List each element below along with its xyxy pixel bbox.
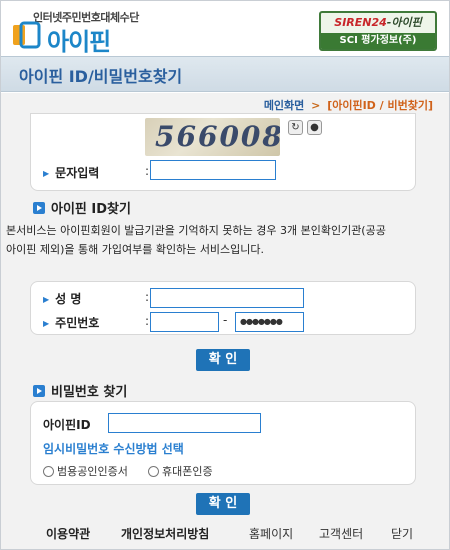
rrn-colon: :: [145, 314, 150, 328]
captcha-code: 566008: [155, 120, 280, 153]
footer-support[interactable]: 고객센터: [319, 525, 363, 542]
ipin-id-label: 아이핀ID: [43, 418, 91, 432]
captcha-image: 566008: [145, 118, 280, 156]
title-bar: 아이핀 ID/비밀번호찾기: [1, 56, 449, 92]
breadcrumb-separator: >: [311, 99, 321, 112]
footer-close[interactable]: 닫기: [391, 525, 413, 542]
radio-cert[interactable]: 범용공인인증서: [43, 463, 128, 479]
captcha-input[interactable]: [150, 160, 276, 180]
breadcrumb-home[interactable]: 메인화면: [264, 99, 304, 112]
captcha-label: ▶ 문자입력: [43, 166, 100, 180]
pw-find-title: 비밀번호 찾기: [33, 381, 127, 400]
siren-brand: SIREN24: [334, 16, 387, 29]
id-find-description: 본서비스는 아이핀회원이 발급기관을 기억하지 못하는 경우 3개 본인확인기관…: [6, 224, 386, 256]
captcha-colon: :: [145, 164, 150, 178]
name-label: ▶ 성 명: [43, 292, 82, 306]
id-confirm-button[interactable]: 확 인: [196, 349, 250, 371]
footer-privacy[interactable]: 개인정보처리방침: [121, 525, 209, 542]
siren-suffix: -아이핀: [386, 16, 422, 29]
id-find-box: ▶ 성 명 : ▶ 주민번호 : - ●●●●●●●: [30, 281, 416, 335]
name-colon: :: [145, 290, 150, 304]
rrn-front-input[interactable]: [150, 312, 219, 332]
main-content: 메인화면 > [아이핀ID / 비번찾기] 566008 ↻ ● ▶ 문자입력 :…: [1, 93, 449, 549]
name-input[interactable]: [150, 288, 304, 308]
refresh-icon[interactable]: ↻: [288, 120, 303, 135]
ipin-id-input[interactable]: [108, 413, 261, 433]
radio-phone[interactable]: 휴대폰인증: [148, 463, 213, 479]
footer: 이용약관 개인정보처리방침 홈페이지 고객센터 닫기: [1, 517, 449, 549]
rrn-dash: -: [223, 313, 228, 327]
footer-terms[interactable]: 이용약관: [46, 525, 90, 542]
breadcrumb-current: [아이핀ID / 비번찾기]: [327, 99, 433, 112]
breadcrumb: 메인화면 > [아이핀ID / 비번찾기]: [264, 97, 433, 113]
audio-icon[interactable]: ●: [307, 120, 322, 135]
bullet-icon: ▶: [43, 295, 50, 304]
section-icon: [33, 385, 45, 397]
header: 인터넷주민번호대체수단 아이핀 SIREN24-아이핀 SCI 평가정보(주): [1, 1, 449, 56]
rrn-label: ▶ 주민번호: [43, 316, 100, 330]
pw-find-box: 아이핀ID 임시비밀번호 수신방법 선택 범용공인인증서 휴대폰인증: [30, 401, 416, 485]
footer-home[interactable]: 홈페이지: [249, 525, 293, 542]
siren-sub: SCI 평가정보(주): [321, 33, 435, 49]
rrn-back-input[interactable]: ●●●●●●●: [235, 312, 304, 332]
logo-text: 아이핀: [47, 28, 111, 56]
pw-confirm-button[interactable]: 확 인: [196, 493, 250, 515]
section-icon: [33, 202, 45, 214]
ipin-logo-icon: [13, 21, 41, 49]
bullet-icon: ▶: [43, 319, 50, 328]
page-title: 아이핀 ID/비밀번호찾기: [19, 67, 183, 86]
bullet-icon: ▶: [43, 169, 50, 178]
radio-circle-icon: [148, 466, 159, 477]
method-title: 임시비밀번호 수신방법 선택: [43, 442, 184, 456]
siren24-badge: SIREN24-아이핀 SCI 평가정보(주): [319, 11, 437, 51]
radio-circle-icon: [43, 466, 54, 477]
captcha-box: 566008 ↻ ● ▶ 문자입력 :: [30, 113, 416, 191]
id-find-title: 아이핀 ID찾기: [33, 198, 131, 217]
